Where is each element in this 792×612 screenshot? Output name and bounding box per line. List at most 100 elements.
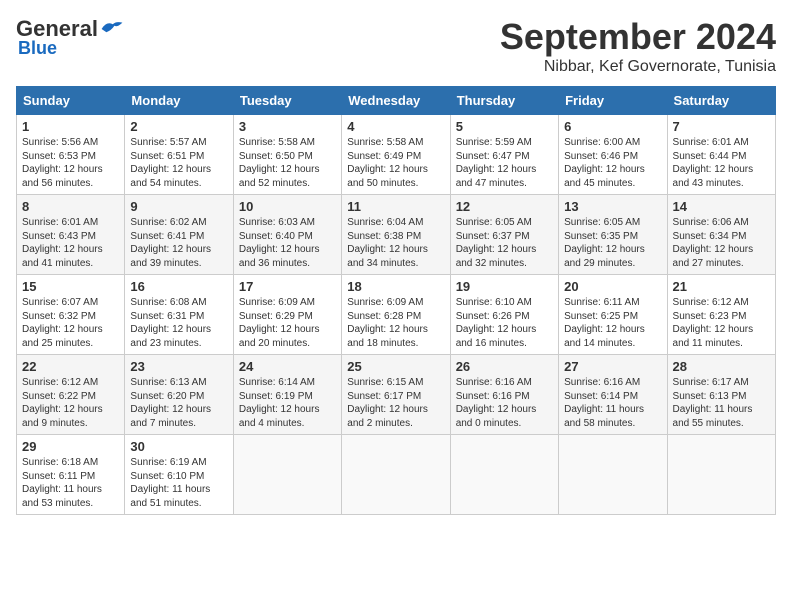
calendar-cell: 3 Sunrise: 5:58 AM Sunset: 6:50 PM Daylig… <box>233 115 341 195</box>
day-info: Sunrise: 6:06 AM Sunset: 6:34 PM Dayligh… <box>673 216 770 270</box>
day-info: Sunrise: 6:05 AM Sunset: 6:37 PM Dayligh… <box>456 216 553 270</box>
weekday-header-cell: Friday <box>559 87 667 115</box>
weekday-header-cell: Sunday <box>17 87 125 115</box>
calendar-cell: 18 Sunrise: 6:09 AM Sunset: 6:28 PM Dayli… <box>342 275 450 355</box>
calendar-cell: 27 Sunrise: 6:16 AM Sunset: 6:14 PM Dayli… <box>559 355 667 435</box>
day-number: 19 <box>456 279 553 294</box>
calendar-cell <box>233 435 341 515</box>
calendar-cell: 21 Sunrise: 6:12 AM Sunset: 6:23 PM Dayli… <box>667 275 775 355</box>
day-number: 12 <box>456 199 553 214</box>
day-info: Sunrise: 6:01 AM Sunset: 6:44 PM Dayligh… <box>673 136 770 190</box>
day-info: Sunrise: 6:11 AM Sunset: 6:25 PM Dayligh… <box>564 296 661 350</box>
calendar-cell: 1 Sunrise: 5:56 AM Sunset: 6:53 PM Daylig… <box>17 115 125 195</box>
day-info: Sunrise: 6:09 AM Sunset: 6:29 PM Dayligh… <box>239 296 336 350</box>
calendar-cell: 14 Sunrise: 6:06 AM Sunset: 6:34 PM Dayli… <box>667 195 775 275</box>
day-number: 3 <box>239 119 336 134</box>
day-number: 26 <box>456 359 553 374</box>
calendar-cell: 20 Sunrise: 6:11 AM Sunset: 6:25 PM Dayli… <box>559 275 667 355</box>
day-number: 2 <box>130 119 227 134</box>
calendar-cell: 7 Sunrise: 6:01 AM Sunset: 6:44 PM Daylig… <box>667 115 775 195</box>
calendar-cell: 9 Sunrise: 6:02 AM Sunset: 6:41 PM Daylig… <box>125 195 233 275</box>
day-number: 11 <box>347 199 444 214</box>
weekday-header-cell: Thursday <box>450 87 558 115</box>
calendar-cell: 15 Sunrise: 6:07 AM Sunset: 6:32 PM Dayli… <box>17 275 125 355</box>
day-info: Sunrise: 6:01 AM Sunset: 6:43 PM Dayligh… <box>22 216 119 270</box>
day-info: Sunrise: 6:07 AM Sunset: 6:32 PM Dayligh… <box>22 296 119 350</box>
calendar-cell: 23 Sunrise: 6:13 AM Sunset: 6:20 PM Dayli… <box>125 355 233 435</box>
logo-bird-icon <box>100 19 124 39</box>
day-info: Sunrise: 6:18 AM Sunset: 6:11 PM Dayligh… <box>22 456 119 510</box>
calendar-table: SundayMondayTuesdayWednesdayThursdayFrid… <box>16 86 776 515</box>
calendar-cell: 26Sunrise: 6:16 AM Sunset: 6:16 PM Dayli… <box>450 355 558 435</box>
day-number: 20 <box>564 279 661 294</box>
day-info: Sunrise: 6:02 AM Sunset: 6:41 PM Dayligh… <box>130 216 227 270</box>
day-number: 14 <box>673 199 770 214</box>
day-number: 6 <box>564 119 661 134</box>
day-info: Sunrise: 6:03 AM Sunset: 6:40 PM Dayligh… <box>239 216 336 270</box>
day-number: 29 <box>22 439 119 454</box>
day-info: Sunrise: 6:16 AM Sunset: 6:14 PM Dayligh… <box>564 376 661 430</box>
calendar-cell: 24Sunrise: 6:14 AM Sunset: 6:19 PM Dayli… <box>233 355 341 435</box>
day-number: 15 <box>22 279 119 294</box>
day-number: 7 <box>673 119 770 134</box>
day-info: Sunrise: 6:10 AM Sunset: 6:26 PM Dayligh… <box>456 296 553 350</box>
calendar-week-row: 15 Sunrise: 6:07 AM Sunset: 6:32 PM Dayli… <box>17 275 776 355</box>
day-number: 5 <box>456 119 553 134</box>
day-info: Sunrise: 5:56 AM Sunset: 6:53 PM Dayligh… <box>22 136 119 190</box>
day-number: 18 <box>347 279 444 294</box>
day-number: 4 <box>347 119 444 134</box>
day-info: Sunrise: 6:13 AM Sunset: 6:20 PM Dayligh… <box>130 376 227 430</box>
calendar-cell <box>450 435 558 515</box>
calendar-cell: 29 Sunrise: 6:18 AM Sunset: 6:11 PM Dayli… <box>17 435 125 515</box>
calendar-cell: 19 Sunrise: 6:10 AM Sunset: 6:26 PM Dayli… <box>450 275 558 355</box>
day-number: 8 <box>22 199 119 214</box>
day-number: 1 <box>22 119 119 134</box>
calendar-cell: 28 Sunrise: 6:17 AM Sunset: 6:13 PM Dayli… <box>667 355 775 435</box>
weekday-header-cell: Monday <box>125 87 233 115</box>
day-number: 28 <box>673 359 770 374</box>
day-number: 27 <box>564 359 661 374</box>
calendar-cell: 11 Sunrise: 6:04 AM Sunset: 6:38 PM Dayli… <box>342 195 450 275</box>
day-info: Sunrise: 6:12 AM Sunset: 6:22 PM Dayligh… <box>22 376 119 430</box>
calendar-cell: 25Sunrise: 6:15 AM Sunset: 6:17 PM Dayli… <box>342 355 450 435</box>
calendar-cell: 10 Sunrise: 6:03 AM Sunset: 6:40 PM Dayli… <box>233 195 341 275</box>
calendar-cell: 5 Sunrise: 5:59 AM Sunset: 6:47 PM Daylig… <box>450 115 558 195</box>
day-number: 16 <box>130 279 227 294</box>
day-number: 25 <box>347 359 444 374</box>
logo-blue-text: Blue <box>18 38 57 59</box>
calendar-cell: 4Sunrise: 5:58 AM Sunset: 6:49 PM Daylig… <box>342 115 450 195</box>
day-number: 13 <box>564 199 661 214</box>
calendar-cell <box>667 435 775 515</box>
calendar-cell <box>559 435 667 515</box>
day-info: Sunrise: 6:17 AM Sunset: 6:13 PM Dayligh… <box>673 376 770 430</box>
day-number: 21 <box>673 279 770 294</box>
calendar-cell <box>342 435 450 515</box>
day-info: Sunrise: 6:09 AM Sunset: 6:28 PM Dayligh… <box>347 296 444 350</box>
day-info: Sunrise: 5:59 AM Sunset: 6:47 PM Dayligh… <box>456 136 553 190</box>
calendar-cell: 13Sunrise: 6:05 AM Sunset: 6:35 PM Dayli… <box>559 195 667 275</box>
day-number: 23 <box>130 359 227 374</box>
day-info: Sunrise: 6:19 AM Sunset: 6:10 PM Dayligh… <box>130 456 227 510</box>
calendar-week-row: 1 Sunrise: 5:56 AM Sunset: 6:53 PM Daylig… <box>17 115 776 195</box>
logo: General Blue <box>16 16 124 59</box>
day-number: 17 <box>239 279 336 294</box>
day-number: 9 <box>130 199 227 214</box>
weekday-header-cell: Saturday <box>667 87 775 115</box>
weekday-header-cell: Wednesday <box>342 87 450 115</box>
header: General Blue September 2024 Nibbar, Kef … <box>16 16 776 76</box>
day-info: Sunrise: 6:04 AM Sunset: 6:38 PM Dayligh… <box>347 216 444 270</box>
calendar-cell: 2Sunrise: 5:57 AM Sunset: 6:51 PM Daylig… <box>125 115 233 195</box>
month-title: September 2024 <box>500 16 776 58</box>
day-number: 24 <box>239 359 336 374</box>
day-number: 10 <box>239 199 336 214</box>
calendar-cell: 22Sunrise: 6:12 AM Sunset: 6:22 PM Dayli… <box>17 355 125 435</box>
day-info: Sunrise: 6:12 AM Sunset: 6:23 PM Dayligh… <box>673 296 770 350</box>
day-info: Sunrise: 5:58 AM Sunset: 6:50 PM Dayligh… <box>239 136 336 190</box>
calendar-week-row: 29 Sunrise: 6:18 AM Sunset: 6:11 PM Dayli… <box>17 435 776 515</box>
calendar-cell: 6Sunrise: 6:00 AM Sunset: 6:46 PM Daylig… <box>559 115 667 195</box>
day-info: Sunrise: 6:08 AM Sunset: 6:31 PM Dayligh… <box>130 296 227 350</box>
calendar-cell: 30Sunrise: 6:19 AM Sunset: 6:10 PM Dayli… <box>125 435 233 515</box>
location-title: Nibbar, Kef Governorate, Tunisia <box>500 58 776 76</box>
calendar-cell: 12 Sunrise: 6:05 AM Sunset: 6:37 PM Dayli… <box>450 195 558 275</box>
calendar-cell: 16 Sunrise: 6:08 AM Sunset: 6:31 PM Dayli… <box>125 275 233 355</box>
